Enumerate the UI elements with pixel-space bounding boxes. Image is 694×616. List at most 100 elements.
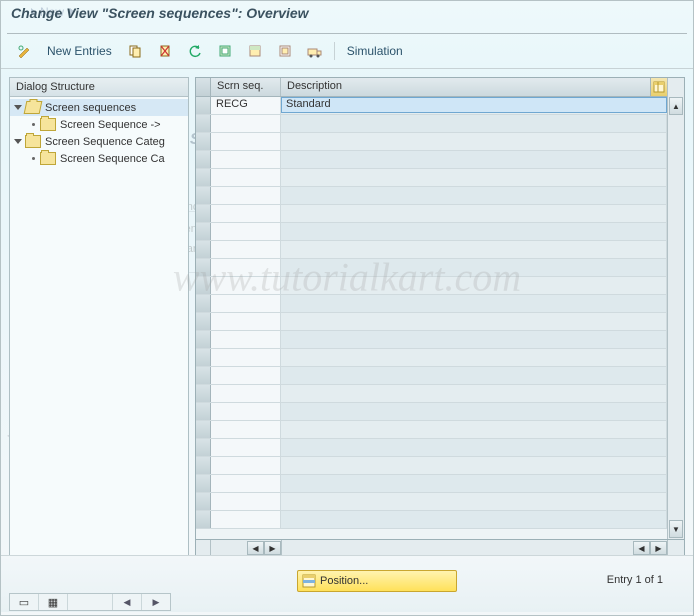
copy-as-button[interactable] [122, 40, 148, 62]
expand-collapse-icon[interactable] [14, 139, 22, 144]
undo-button[interactable] [182, 40, 208, 62]
tree-node-label: Screen Sequence Ca [60, 153, 165, 165]
dialog-structure-header: Dialog Structure [10, 78, 188, 97]
row-selector[interactable] [196, 223, 211, 240]
select-block-icon [248, 44, 262, 58]
table-row-empty[interactable] [196, 403, 667, 421]
cell-description[interactable]: Standard [281, 97, 667, 113]
tree-node-screen-sequence-categ[interactable]: Screen Sequence Categ [10, 133, 188, 150]
tree-node-screen-sequence-cat-child[interactable]: Screen Sequence Ca [10, 150, 188, 167]
table-row-empty[interactable] [196, 187, 667, 205]
row-selector[interactable] [196, 385, 211, 402]
view-tab-1[interactable]: ▭ [19, 596, 29, 609]
grid-body: RECG Standard [196, 97, 667, 529]
table-row-empty[interactable] [196, 457, 667, 475]
entry-count-text: Entry 1 of 1 [607, 574, 663, 586]
row-selector[interactable] [196, 205, 211, 222]
view-tab-2[interactable]: ▦ [48, 596, 58, 609]
row-selector[interactable] [196, 241, 211, 258]
table-row-empty[interactable] [196, 385, 667, 403]
scroll-up-button[interactable]: ▲ [669, 97, 683, 115]
scroll-col-left-button[interactable]: ◀ [247, 541, 264, 555]
row-selector[interactable] [196, 295, 211, 312]
delete-button[interactable] [152, 40, 178, 62]
table-row-empty[interactable] [196, 511, 667, 529]
row-selector[interactable] [196, 277, 211, 294]
bullet-icon [32, 123, 35, 126]
row-selector[interactable] [196, 403, 211, 420]
table-row-empty[interactable] [196, 295, 667, 313]
table-row-empty[interactable] [196, 421, 667, 439]
table-row-empty[interactable] [196, 493, 667, 511]
row-selector[interactable] [196, 115, 211, 132]
table-settings-button[interactable] [650, 78, 667, 97]
row-selector[interactable] [196, 331, 211, 348]
grid-header-description[interactable]: Description [281, 78, 667, 96]
row-selector[interactable] [196, 439, 211, 456]
scroll-track[interactable] [668, 116, 684, 519]
table-row-empty[interactable] [196, 349, 667, 367]
undo-icon [188, 44, 202, 58]
table-row-empty[interactable] [196, 277, 667, 295]
new-entries-button[interactable]: New Entries [41, 44, 118, 58]
table-row-empty[interactable] [196, 367, 667, 385]
cell-scrn-seq[interactable]: RECG [211, 97, 281, 114]
tree-node-screen-sequences[interactable]: Screen sequences [10, 99, 188, 116]
row-selector[interactable] [196, 493, 211, 510]
position-button-label: Position... [320, 575, 368, 587]
table-row[interactable]: RECG Standard [196, 97, 667, 115]
table-row-empty[interactable] [196, 133, 667, 151]
simulation-button[interactable]: Simulation [341, 44, 409, 58]
tree-node-label: Screen Sequence Categ [45, 136, 165, 148]
row-selector[interactable] [196, 457, 211, 474]
next-button[interactable]: ▶ [153, 597, 160, 608]
scroll-down-button[interactable]: ▼ [669, 520, 683, 538]
table-row-empty[interactable] [196, 151, 667, 169]
position-button[interactable]: Position... [297, 570, 457, 592]
grid-header-row: Scrn seq. Description [196, 78, 667, 97]
scroll-left-button[interactable]: ◀ [633, 541, 650, 555]
view-switcher: ▭ ▦ ◀ ▶ [9, 593, 171, 611]
row-selector[interactable] [196, 133, 211, 150]
table-row-empty[interactable] [196, 223, 667, 241]
table-row-empty[interactable] [196, 439, 667, 457]
transport-button[interactable] [302, 40, 328, 62]
table-settings-icon [653, 81, 665, 93]
select-all-icon [218, 44, 232, 58]
grid-header-scrn-seq[interactable]: Scrn seq. [211, 78, 281, 96]
table-row-empty[interactable] [196, 241, 667, 259]
row-selector[interactable] [196, 421, 211, 438]
table-row-empty[interactable] [196, 169, 667, 187]
deselect-all-button[interactable] [272, 40, 298, 62]
row-selector[interactable] [196, 349, 211, 366]
transport-icon [307, 44, 323, 58]
prev-button[interactable]: ◀ [124, 597, 131, 608]
bullet-icon [32, 157, 35, 160]
toolbar: New Entries Simulation [1, 34, 693, 69]
scroll-col-right-button[interactable]: ▶ [264, 541, 281, 555]
toggle-display-change-button[interactable] [11, 40, 37, 62]
row-selector[interactable] [196, 313, 211, 330]
table-row-empty[interactable] [196, 115, 667, 133]
grid-select-all-header[interactable] [196, 78, 211, 96]
row-selector[interactable] [196, 475, 211, 492]
expand-collapse-icon[interactable] [14, 105, 22, 110]
table-row-empty[interactable] [196, 313, 667, 331]
select-block-button[interactable] [242, 40, 268, 62]
scroll-right-button[interactable]: ▶ [650, 541, 667, 555]
row-selector[interactable] [196, 97, 211, 114]
table-row-empty[interactable] [196, 205, 667, 223]
row-selector[interactable] [196, 367, 211, 384]
table-row-empty[interactable] [196, 475, 667, 493]
select-all-button[interactable] [212, 40, 238, 62]
grid-panel: Scrn seq. Description RECG Standard [195, 77, 685, 557]
row-selector[interactable] [196, 259, 211, 276]
row-selector[interactable] [196, 187, 211, 204]
tree-node-screen-sequence-arrow[interactable]: Screen Sequence -> [10, 116, 188, 133]
row-selector[interactable] [196, 151, 211, 168]
grid-vertical-scrollbar[interactable]: ▲ ▼ [667, 78, 684, 539]
row-selector[interactable] [196, 169, 211, 186]
table-row-empty[interactable] [196, 331, 667, 349]
table-row-empty[interactable] [196, 259, 667, 277]
row-selector[interactable] [196, 511, 211, 528]
